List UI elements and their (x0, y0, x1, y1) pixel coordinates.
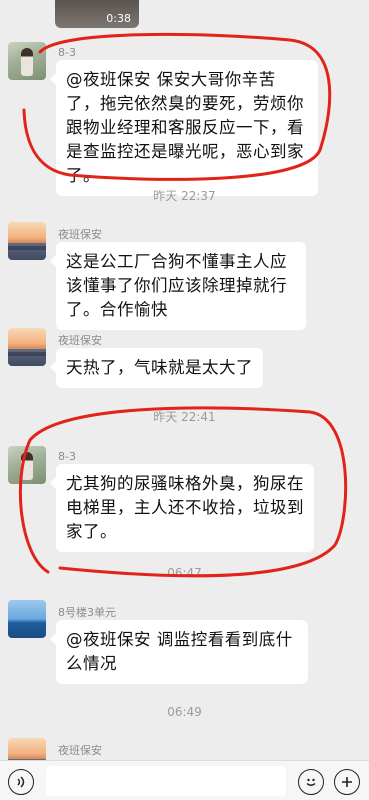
avatar[interactable] (8, 600, 46, 638)
voice-icon[interactable] (8, 769, 34, 795)
timestamp: 昨天 22:41 (153, 410, 216, 424)
message-bubble[interactable]: @夜班保安 保安大哥你辛苦了，拖完依然臭的要死，劳烦你跟物业经理和客服反应一下，… (50, 60, 318, 196)
avatar[interactable] (8, 328, 46, 366)
emoji-icon[interactable] (298, 769, 324, 795)
timestamp: 06:49 (167, 705, 202, 719)
plus-icon[interactable] (334, 769, 360, 795)
sender-name: 8号楼3单元 (58, 606, 116, 619)
message-bubble[interactable]: @夜班保安 调监控看看到底什么情况 (50, 620, 308, 684)
sender-name: 夜班保安 (58, 744, 102, 757)
timestamp: 昨天 22:37 (153, 189, 216, 203)
sender-name: 8-3 (58, 450, 76, 463)
video-thumbnail[interactable]: 0:38 (55, 0, 139, 28)
avatar[interactable] (8, 222, 46, 260)
sender-name: 夜班保安 (58, 334, 102, 347)
avatar[interactable] (8, 42, 46, 80)
input-toolbar (0, 760, 369, 800)
message-bubble[interactable]: 这是公工厂合狗不懂事主人应该懂事了你们应该除理掉就行了。合作愉快 (50, 242, 306, 330)
message-input[interactable] (46, 766, 286, 796)
message-bubble[interactable]: 尤其狗的尿骚味格外臭，狗尿在电梯里，主人还不收拾，垃圾到家了。 (50, 464, 314, 552)
message-bubble[interactable]: 天热了，气味就是太大了 (50, 348, 263, 388)
timestamp: 06:47 (167, 566, 202, 580)
video-duration: 0:38 (106, 12, 131, 25)
sender-name: 夜班保安 (58, 228, 102, 241)
sender-name: 8-3 (58, 46, 76, 59)
avatar[interactable] (8, 446, 46, 484)
